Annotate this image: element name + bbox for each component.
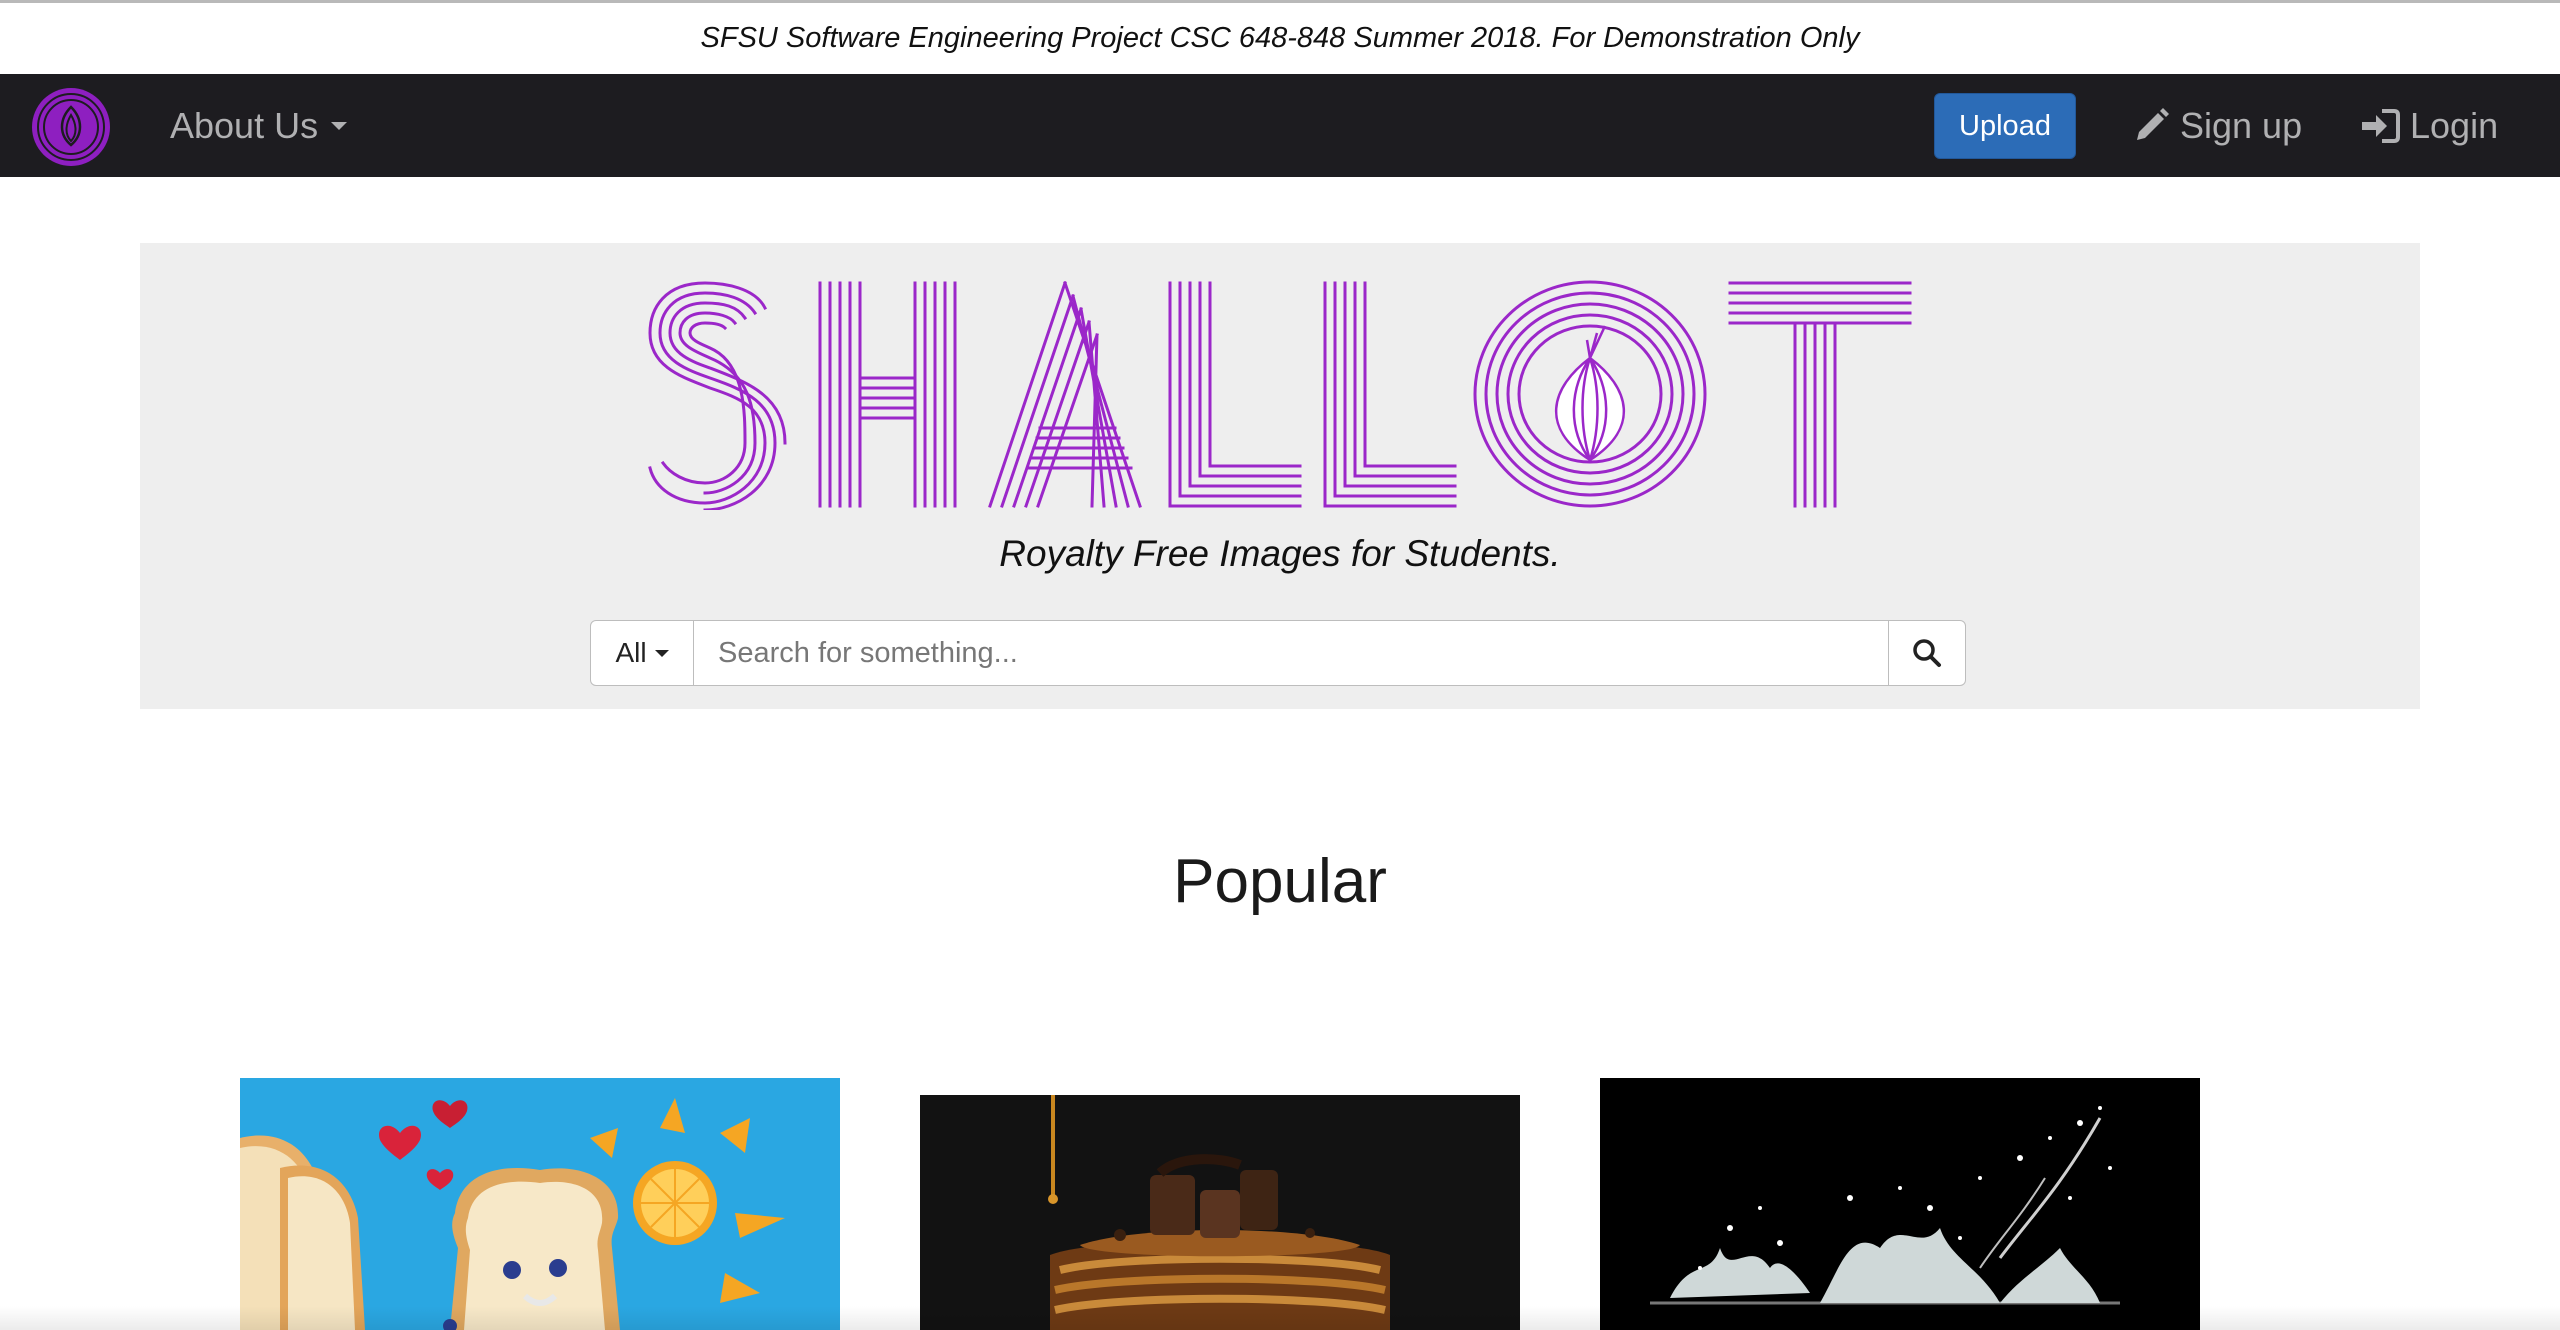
shallot-onion-logo-icon[interactable]: [31, 87, 111, 167]
chevron-down-icon: [331, 122, 348, 130]
search-category-dropdown[interactable]: All: [590, 620, 694, 686]
search-category-label: All: [615, 637, 647, 668]
water-splash-icon: [1600, 1078, 2200, 1330]
logo-letter-t: [1728, 281, 1912, 508]
tagline: Royalty Free Images for Students.: [999, 533, 1561, 574]
popular-image-2[interactable]: [920, 1095, 1520, 1330]
chevron-down-icon: [654, 649, 669, 657]
sign-up-link[interactable]: Sign up: [2132, 100, 2302, 152]
login-label: Login: [2410, 105, 2499, 146]
demo-banner: SFSU Software Engineering Project CSC 64…: [0, 3, 2560, 74]
logo-letter-s: [648, 281, 787, 510]
demo-banner-text: SFSU Software Engineering Project CSC 64…: [700, 22, 1860, 54]
logo-letter-h: [818, 281, 957, 508]
search-bar: All: [590, 620, 1966, 686]
popular-image-1[interactable]: [240, 1078, 840, 1330]
logo-letter-l1: [1168, 281, 1302, 508]
popular-image-3[interactable]: [1600, 1078, 2200, 1330]
search-input[interactable]: [694, 620, 1888, 686]
search-button[interactable]: [1888, 620, 1966, 686]
logo-letter-l2: [1323, 281, 1457, 508]
onion-icon: [1554, 325, 1626, 462]
pancakes-with-syrup-icon: [920, 1095, 1520, 1330]
navbar: About Us Upload Sign up Login: [0, 74, 2560, 177]
pencil-icon: [2137, 108, 2169, 140]
bread-with-fruit-sun-icon: [240, 1078, 840, 1330]
logo-letter-a: [988, 281, 1142, 508]
upload-button[interactable]: Upload: [1934, 93, 2076, 159]
sign-up-label: Sign up: [2180, 105, 2303, 146]
about-us-dropdown[interactable]: About Us: [170, 100, 348, 152]
search-icon: [1913, 639, 1941, 667]
login-link[interactable]: Login: [2360, 100, 2498, 152]
about-us-label: About Us: [170, 105, 319, 146]
hero-jumbotron: Royalty Free Images for Students. All: [140, 243, 2420, 709]
shallot-wordmark-logo: [648, 280, 1912, 510]
login-arrow-icon: [2362, 109, 2400, 143]
popular-heading: Popular: [1173, 847, 1387, 916]
